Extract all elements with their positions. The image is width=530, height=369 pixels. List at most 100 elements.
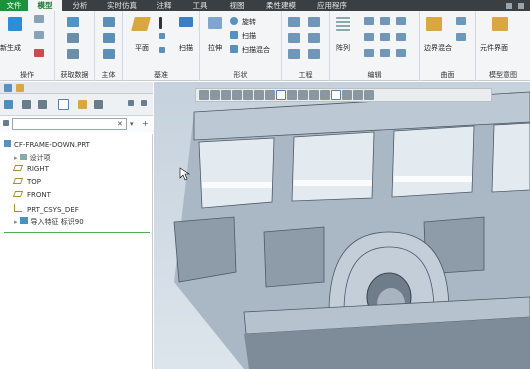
swept-blend-button-label[interactable]: 扫描混合 <box>242 45 270 55</box>
draft-icon[interactable] <box>308 33 320 43</box>
copy-icon[interactable] <box>34 15 44 23</box>
expand-icon[interactable] <box>128 100 134 106</box>
insert-here-indicator[interactable] <box>4 232 150 233</box>
mirror-icon[interactable] <box>364 17 374 25</box>
add-filter-icon[interactable]: + <box>142 119 149 128</box>
offset-icon[interactable] <box>380 33 390 41</box>
revolve-icon[interactable] <box>230 17 238 25</box>
suppressed-icon[interactable] <box>78 100 87 109</box>
tree-item-csys[interactable]: PRT_CSYS_DEF <box>14 204 79 214</box>
user-defined-feature-icon[interactable] <box>67 17 79 27</box>
layer-tree-icon[interactable] <box>58 99 69 110</box>
tree-search-input[interactable] <box>12 118 127 130</box>
view-options-icon[interactable] <box>364 90 374 100</box>
swept-blend-icon[interactable] <box>230 45 238 53</box>
copy-geometry-icon[interactable] <box>67 33 79 43</box>
point-icon[interactable] <box>159 33 165 39</box>
tab-flexible-modeling[interactable]: 柔性建模 <box>256 0 306 11</box>
sweep-feature-label[interactable]: 扫描 <box>242 31 256 41</box>
pause-icon[interactable] <box>353 90 363 100</box>
extrude-button-label[interactable]: 拉伸 <box>208 43 222 53</box>
tab-model[interactable]: 模型 <box>28 0 62 11</box>
tab-applications[interactable]: 应用程序 <box>306 0 358 11</box>
appearance-icon[interactable] <box>342 90 352 100</box>
repaint-icon[interactable] <box>232 90 242 100</box>
group-label-body[interactable]: 主体 <box>95 70 122 80</box>
paste-icon[interactable] <box>34 31 44 39</box>
tab-analysis[interactable]: 分析 <box>62 0 98 11</box>
regenerate-icon[interactable] <box>8 17 22 31</box>
tree-item-import-feature[interactable]: ▸ 导入特征 标识90 <box>14 217 84 227</box>
extrude-icon[interactable] <box>208 17 222 29</box>
axis-icon[interactable] <box>159 17 162 29</box>
annotation-display-icon[interactable] <box>320 90 330 100</box>
regenerate-button-label[interactable]: 新生成 <box>0 43 21 53</box>
solidify-icon[interactable] <box>380 49 390 57</box>
sweep-button-label[interactable]: 扫描 <box>179 43 193 53</box>
group-label-engineering[interactable]: 工程 <box>282 70 329 80</box>
body-settings-icon[interactable] <box>103 33 115 43</box>
group-label-model-intent[interactable]: 模型意图 <box>476 70 530 80</box>
shrinkwrap-icon[interactable] <box>67 49 79 59</box>
funnel-icon[interactable] <box>3 120 9 126</box>
datum-display-icon[interactable] <box>309 90 319 100</box>
zoom-in-icon[interactable] <box>210 90 220 100</box>
help-icon[interactable] <box>518 2 524 9</box>
group-label-surfaces[interactable]: 曲面 <box>420 70 475 80</box>
tree-item-front[interactable]: FRONT <box>12 191 51 199</box>
clear-search-icon[interactable]: ✕ <box>117 120 123 128</box>
spin-center-icon[interactable] <box>331 90 341 100</box>
revolve-button-label[interactable]: 旋转 <box>242 17 256 27</box>
component-interface-icon[interactable] <box>492 17 508 31</box>
project-icon[interactable] <box>396 49 406 57</box>
minimize-ribbon-icon[interactable] <box>506 2 512 9</box>
plane-button-label[interactable]: 平面 <box>135 43 149 53</box>
tree-item-design-items[interactable]: ▸ 设计项 <box>14 153 51 163</box>
intersect-icon[interactable] <box>396 33 406 41</box>
boundary-blend-button-label[interactable]: 边界混合 <box>424 43 452 53</box>
tab-annotate[interactable]: 注释 <box>146 0 182 11</box>
expand-arrow-icon[interactable]: ▸ <box>14 154 18 162</box>
tree-item-right[interactable]: RIGHT <box>12 165 49 173</box>
model-tree-tab-icon[interactable] <box>4 84 12 92</box>
overflow-icon[interactable] <box>141 100 147 106</box>
expand-arrow-icon[interactable]: ▸ <box>14 218 18 226</box>
tree-filter-icon[interactable] <box>94 100 103 109</box>
merge-icon[interactable] <box>396 17 406 25</box>
fill-icon[interactable] <box>456 17 466 25</box>
zoom-out-icon[interactable] <box>221 90 231 100</box>
perspective-icon[interactable] <box>287 90 297 100</box>
extend-icon[interactable] <box>364 33 374 41</box>
tree-settings-icon[interactable] <box>22 100 31 109</box>
component-interface-button-label[interactable]: 元件界面 <box>480 43 508 53</box>
group-label-editing[interactable]: 编辑 <box>330 70 419 80</box>
refit-icon[interactable] <box>199 90 209 100</box>
coordinate-system-icon[interactable] <box>159 47 165 53</box>
section-icon[interactable] <box>298 90 308 100</box>
tab-tools[interactable]: 工具 <box>182 0 218 11</box>
trim-icon[interactable] <box>380 17 390 25</box>
pattern-button-label[interactable]: 阵列 <box>336 43 350 53</box>
delete-icon[interactable] <box>34 49 44 57</box>
sketch-icon[interactable] <box>179 17 193 27</box>
shell-icon[interactable] <box>288 49 300 59</box>
reorient-icon[interactable] <box>243 90 253 100</box>
boundary-blend-icon[interactable] <box>426 17 442 31</box>
tree-root[interactable]: CF-FRAME-DOWN.PRT <box>4 140 90 149</box>
folder-browser-tab-icon[interactable] <box>16 84 24 92</box>
display-style-icon[interactable] <box>276 90 286 100</box>
chamfer-icon[interactable] <box>288 33 300 43</box>
group-label-get-data[interactable]: 获取数据 <box>55 70 94 80</box>
search-options-icon[interactable]: ▾ <box>130 120 134 128</box>
plane-icon[interactable] <box>131 17 151 31</box>
view-manager-icon[interactable] <box>265 90 275 100</box>
group-label-shapes[interactable]: 形状 <box>200 70 281 80</box>
pattern-icon[interactable] <box>336 17 350 31</box>
graphics-window[interactable] <box>154 82 530 369</box>
body-icon[interactable] <box>103 17 115 27</box>
tree-columns-icon[interactable] <box>38 100 47 109</box>
saved-orientations-icon[interactable] <box>254 90 264 100</box>
sweep-icon[interactable] <box>230 31 238 39</box>
show-icon[interactable] <box>4 100 13 109</box>
round-icon[interactable] <box>308 17 320 27</box>
